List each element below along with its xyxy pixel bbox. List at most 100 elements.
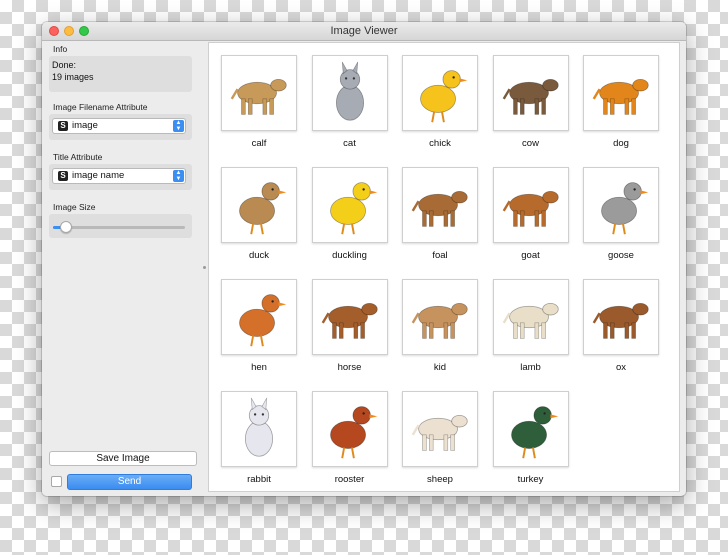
image-thumbnail[interactable]: [221, 55, 297, 131]
image-thumbnail[interactable]: [583, 167, 659, 243]
animal-picture: [239, 294, 287, 347]
animal-picture: [411, 414, 468, 451]
image-tile-duck[interactable]: duck: [214, 167, 304, 277]
image-tile-lamb[interactable]: lamb: [486, 279, 576, 389]
animal-picture: [592, 302, 649, 339]
chevron-updown-icon: ▲ ▼: [173, 120, 184, 132]
info-box: Done: 19 images: [49, 56, 192, 92]
image-caption: dog: [613, 138, 629, 149]
image-caption: hen: [251, 362, 267, 373]
filename-attribute-value: image: [72, 120, 98, 131]
image-tile-dog[interactable]: dog: [576, 55, 666, 165]
image-tile-rooster[interactable]: rooster: [305, 391, 395, 496]
image-tile-calf[interactable]: calf: [214, 55, 304, 165]
image-thumbnail[interactable]: [492, 391, 569, 467]
image-thumbnail[interactable]: [583, 55, 659, 131]
image-thumbnail[interactable]: [221, 391, 297, 467]
animal-picture: [335, 61, 364, 121]
window-title: Image Viewer: [330, 25, 398, 37]
status-line-2: 19 images: [52, 72, 94, 82]
image-thumbnail[interactable]: [221, 279, 297, 355]
send-button[interactable]: Send: [67, 474, 192, 490]
filename-attribute-group: S image ▲ ▼: [49, 114, 192, 140]
image-tile-chick[interactable]: chick: [395, 55, 485, 165]
image-caption: duckling: [332, 250, 367, 261]
animal-picture: [510, 406, 558, 459]
image-caption: duck: [248, 250, 270, 261]
image-caption: rooster: [334, 474, 365, 485]
save-image-button[interactable]: Save Image: [49, 451, 197, 466]
image-caption: rabbit: [247, 474, 271, 485]
image-thumbnail[interactable]: [402, 391, 478, 467]
status-line-1: Done:: [52, 60, 77, 70]
animal-picture: [230, 78, 287, 115]
image-caption: goat: [521, 250, 540, 261]
image-tile-goat[interactable]: goat: [486, 167, 576, 277]
string-variable-icon: S: [58, 121, 68, 131]
image-tile-hen[interactable]: hen: [214, 279, 304, 389]
animal-picture: [420, 70, 468, 123]
image-tile-cow[interactable]: cow: [486, 55, 576, 165]
image-tile-goose[interactable]: goose: [576, 167, 666, 277]
image-thumbnail[interactable]: [402, 55, 478, 131]
image-caption: cat: [343, 138, 356, 149]
title-attribute-value: image name: [72, 170, 125, 181]
image-caption: cow: [522, 138, 539, 149]
chevron-updown-icon: ▲ ▼: [173, 170, 184, 182]
image-tile-turkey[interactable]: turkey: [486, 391, 576, 496]
image-thumbnail[interactable]: [492, 55, 569, 131]
info-section-label: Info: [53, 44, 68, 54]
title-attribute-label: Title Attribute: [53, 152, 103, 162]
image-thumbnail[interactable]: [311, 391, 388, 467]
image-caption: turkey: [517, 474, 544, 485]
animal-picture: [601, 182, 649, 235]
string-variable-icon: S: [58, 171, 68, 181]
image-tile-duckling[interactable]: duckling: [305, 167, 395, 277]
image-viewer-window: Image Viewer Info Done: 19 images Image …: [42, 22, 686, 496]
animal-picture: [592, 78, 649, 115]
image-caption: chick: [429, 138, 451, 149]
image-caption: kid: [433, 362, 447, 373]
image-thumbnail[interactable]: [583, 279, 659, 355]
image-caption: goose: [608, 250, 634, 261]
image-tile-rabbit[interactable]: rabbit: [214, 391, 304, 496]
filename-attribute-select[interactable]: S image ▲ ▼: [52, 118, 186, 134]
filename-attribute-label: Image Filename Attribute: [53, 102, 148, 112]
image-tile-sheep[interactable]: sheep: [395, 391, 485, 496]
image-thumbnail[interactable]: [492, 279, 569, 355]
image-grid: calf cat chick cow dog duck duckling foal goat go…: [208, 42, 680, 492]
image-tile-horse[interactable]: horse: [305, 279, 395, 389]
animal-picture: [502, 302, 559, 339]
image-thumbnail[interactable]: [402, 279, 478, 355]
title-attribute-select[interactable]: S image name ▲ ▼: [52, 168, 186, 184]
control-sidebar: Info Done: 19 images Image Filename Attr…: [42, 41, 204, 496]
image-thumbnail[interactable]: [311, 279, 388, 355]
image-thumbnail[interactable]: [221, 167, 297, 243]
image-caption: foal: [432, 250, 448, 261]
image-thumbnail[interactable]: [311, 55, 388, 131]
image-size-label: Image Size: [53, 202, 96, 212]
animal-picture: [321, 302, 378, 339]
animal-picture: [244, 397, 274, 457]
animal-picture: [239, 182, 287, 235]
image-tile-cat[interactable]: cat: [305, 55, 395, 165]
image-caption: horse: [337, 362, 362, 373]
image-tile-kid[interactable]: kid: [395, 279, 485, 389]
image-tile-foal[interactable]: foal: [395, 167, 485, 277]
title-attribute-group: S image name ▲ ▼: [49, 164, 192, 190]
auto-send-checkbox[interactable]: [51, 476, 62, 487]
title-bar: Image Viewer: [42, 22, 686, 41]
animal-picture: [329, 182, 377, 235]
image-thumbnail[interactable]: [402, 167, 478, 243]
animal-picture: [411, 190, 468, 227]
image-thumbnail[interactable]: [311, 167, 388, 243]
image-size-slider-track[interactable]: [53, 226, 185, 229]
animal-picture: [502, 78, 559, 115]
image-caption: ox: [615, 362, 627, 373]
image-tile-ox[interactable]: ox: [576, 279, 666, 389]
splitter-handle[interactable]: [203, 266, 206, 269]
image-caption: calf: [251, 138, 267, 149]
animal-picture: [329, 406, 377, 459]
image-caption: lamb: [520, 362, 541, 373]
image-thumbnail[interactable]: [492, 167, 569, 243]
